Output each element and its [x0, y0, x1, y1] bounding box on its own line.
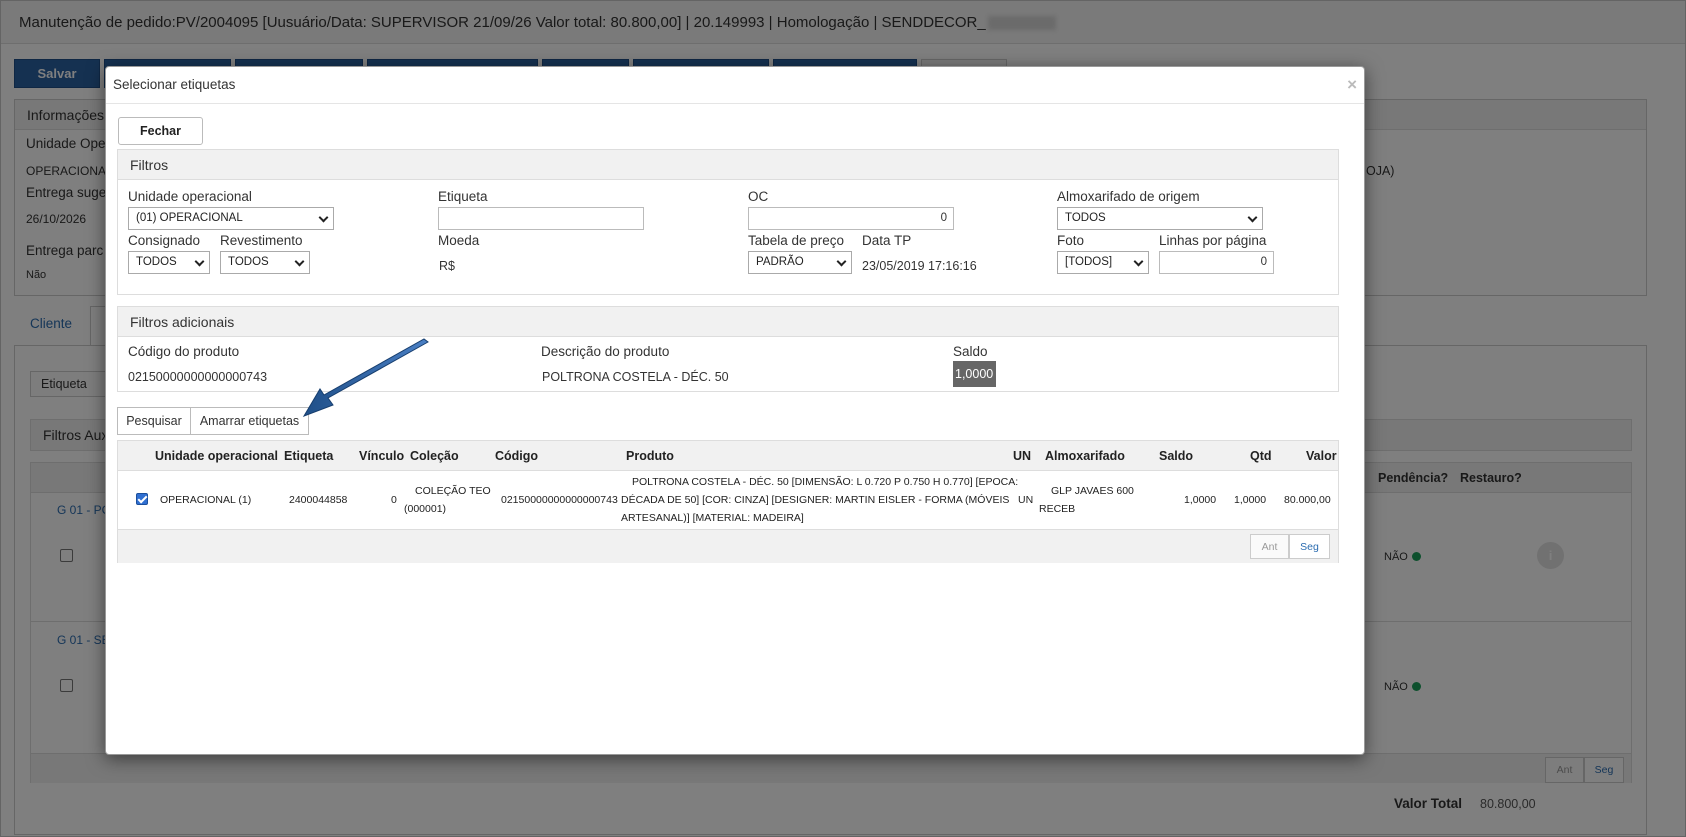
- filtros-header: Filtros: [118, 150, 1338, 180]
- descricao-produto-value: POLTRONA COSTELA - DÉC. 50: [542, 370, 729, 384]
- header-codigo: Código: [495, 449, 539, 463]
- chevron-down-icon: [1133, 256, 1144, 267]
- row-produto-line2: DÉCADA DE 50] [COR: CINZA] [DESIGNER: MA…: [621, 494, 1010, 506]
- header-almoxarifado: Almoxarifado: [1045, 449, 1125, 463]
- amarrar-etiquetas-button[interactable]: Amarrar etiquetas: [190, 407, 309, 435]
- close-icon[interactable]: ×: [1347, 75, 1357, 95]
- etiqueta-input[interactable]: [438, 207, 644, 230]
- row-qtd: 1,0000: [1234, 494, 1267, 506]
- header-un: UN: [1013, 449, 1032, 463]
- unidade-operacional-label: Unidade operacional: [128, 189, 252, 204]
- revestimento-select[interactable]: TODOS: [220, 251, 310, 274]
- etiquetas-grid-footer: Ant Seg: [118, 529, 1338, 563]
- row-produto-line3: ARTESANAL)] [MATERIAL: MADEIRA]: [621, 512, 804, 524]
- modal-title: Selecionar etiquetas: [113, 77, 236, 92]
- codigo-produto-label: Código do produto: [128, 344, 240, 359]
- header-qtd: Qtd: [1250, 449, 1272, 463]
- header-produto: Produto: [626, 449, 674, 463]
- etiqueta-label: Etiqueta: [438, 189, 488, 204]
- header-colecao: Coleção: [410, 449, 459, 463]
- etiquetas-grid-header: Unidade operacional Etiqueta Vínculo Col…: [118, 441, 1338, 471]
- tabela-preco-label: Tabela de preço: [748, 233, 845, 248]
- row-etiqueta: 2400044858: [289, 494, 348, 506]
- header-saldo: Saldo: [1159, 449, 1194, 463]
- row-colecao-line1: COLEÇÃO TEO: [415, 485, 491, 497]
- pesquisar-button[interactable]: Pesquisar: [117, 407, 191, 435]
- modal-header: Selecionar etiquetas ×: [106, 67, 1364, 104]
- moeda-value: R$: [439, 259, 455, 273]
- oc-input[interactable]: 0: [748, 207, 954, 230]
- pager-prev-button[interactable]: Ant: [1250, 534, 1289, 559]
- row-valor: 80.000,00: [1284, 494, 1331, 506]
- consignado-label: Consignado: [128, 233, 201, 248]
- pager-next-button[interactable]: Seg: [1289, 534, 1330, 559]
- row-saldo: 1,0000: [1184, 494, 1217, 506]
- filtros-adicionais-title: Filtros adicionais: [130, 314, 235, 330]
- oc-label: OC: [748, 189, 769, 204]
- chevron-down-icon: [318, 212, 329, 223]
- annotation-arrow-icon: [302, 338, 429, 417]
- foto-label: Foto: [1057, 233, 1085, 248]
- consignado-select[interactable]: TODOS: [128, 251, 210, 274]
- filtros-title: Filtros: [130, 157, 169, 173]
- fechar-button[interactable]: Fechar: [118, 117, 203, 145]
- tabela-preco-select[interactable]: PADRÃO: [748, 251, 852, 274]
- row-select-checkbox[interactable]: [136, 493, 148, 505]
- header-unidade: Unidade operacional: [155, 449, 278, 463]
- chevron-down-icon: [1247, 212, 1258, 223]
- row-vinculo: 0: [391, 494, 397, 506]
- header-valor: Valor: [1306, 449, 1337, 463]
- linhas-por-pagina-input[interactable]: 0: [1159, 251, 1274, 274]
- foto-select[interactable]: [TODOS]: [1057, 251, 1149, 274]
- chevron-down-icon: [836, 256, 847, 267]
- row-codigo: 02150000000000000743: [501, 494, 618, 506]
- unidade-operacional-select[interactable]: (01) OPERACIONAL: [128, 207, 334, 230]
- moeda-label: Moeda: [438, 233, 480, 248]
- almoxarifado-origem-label: Almoxarifado de origem: [1057, 189, 1200, 204]
- row-almox-line1: GLP JAVAES 600: [1051, 485, 1134, 497]
- row-produto-line1: POLTRONA COSTELA - DÉC. 50 [DIMENSÃO: L …: [632, 476, 1019, 488]
- row-almox-line2: RECEB: [1039, 503, 1076, 515]
- data-tp-label: Data TP: [862, 233, 912, 248]
- etiquetas-grid: Unidade operacional Etiqueta Vínculo Col…: [117, 440, 1339, 563]
- header-vinculo: Vínculo: [359, 449, 405, 463]
- filtros-adicionais-header: Filtros adicionais: [118, 307, 1338, 337]
- codigo-produto-value: 02150000000000000743: [128, 370, 268, 384]
- header-etiqueta: Etiqueta: [284, 449, 334, 463]
- descricao-produto-label: Descrição do produto: [541, 344, 670, 359]
- row-unidade: OPERACIONAL (1): [160, 494, 252, 506]
- revestimento-label: Revestimento: [220, 233, 303, 248]
- chevron-down-icon: [194, 256, 205, 267]
- row-colecao-line2: (000001): [404, 503, 447, 515]
- saldo-value-highlighted: 1,0000: [953, 361, 996, 387]
- chevron-down-icon: [294, 256, 305, 267]
- linhas-por-pagina-label: Linhas por página: [1159, 233, 1267, 248]
- data-tp-value: 23/05/2019 17:16:16: [862, 259, 977, 273]
- almoxarifado-origem-select[interactable]: TODOS: [1057, 207, 1263, 230]
- row-un: UN: [1018, 494, 1034, 506]
- saldo-label: Saldo: [953, 344, 988, 359]
